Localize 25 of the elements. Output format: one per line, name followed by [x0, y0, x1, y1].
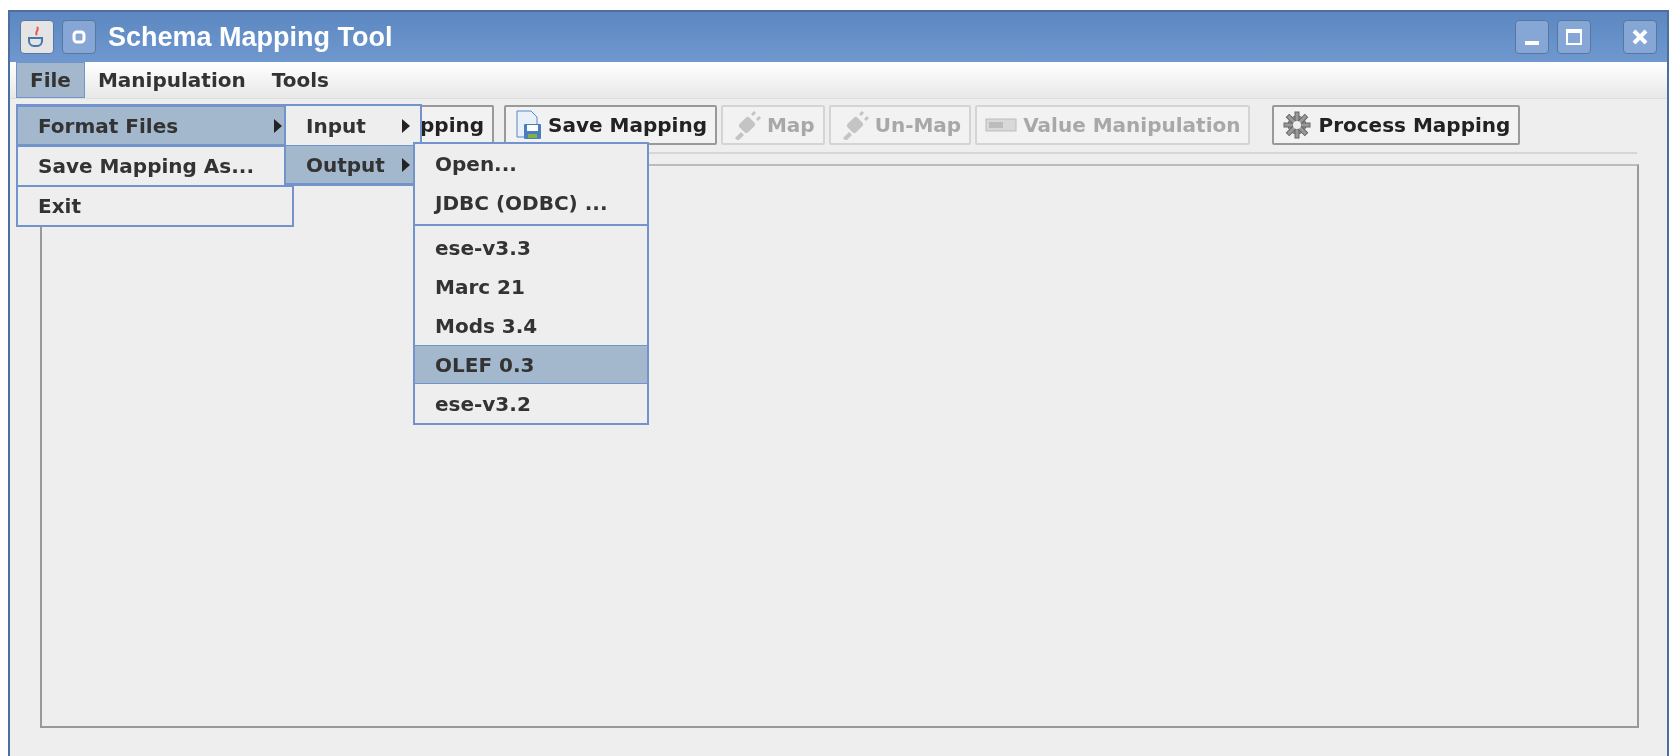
close-icon: [1631, 28, 1649, 46]
menu[interactable]: Manipulation: [84, 62, 259, 98]
save-file-icon: [514, 110, 543, 140]
gear-icon: [1282, 110, 1313, 140]
toolbar-button[interactable]: Process Mapping: [1272, 105, 1521, 145]
minimize-button[interactable]: [1515, 20, 1549, 54]
window-menu-button[interactable]: [62, 20, 96, 54]
menu-item[interactable]: OLEF 0.3: [415, 345, 647, 384]
menu-item[interactable]: ese-v3.3: [415, 228, 647, 267]
slider-bar-icon: [985, 117, 1018, 133]
menu[interactable]: Tools: [258, 62, 342, 98]
app-cup-icon: [20, 20, 54, 54]
maximize-icon: [1565, 28, 1583, 46]
square-icon: [72, 30, 86, 44]
menu[interactable]: File: [16, 62, 85, 98]
toolbar-button[interactable]: Save Mapping: [504, 105, 717, 145]
minimize-icon: [1525, 41, 1539, 45]
menu-item[interactable]: JDBC (ODBC) ...: [415, 183, 647, 222]
menu-item[interactable]: Mods 3.4: [415, 306, 647, 345]
close-button[interactable]: [1623, 20, 1657, 54]
menu-item[interactable]: ese-v3.2: [415, 384, 647, 423]
window-title: Schema Mapping Tool: [108, 21, 394, 53]
menu-item[interactable]: Marc 21: [415, 267, 647, 306]
menu-item[interactable]: Exit: [18, 185, 292, 225]
maximize-button[interactable]: [1557, 20, 1591, 54]
